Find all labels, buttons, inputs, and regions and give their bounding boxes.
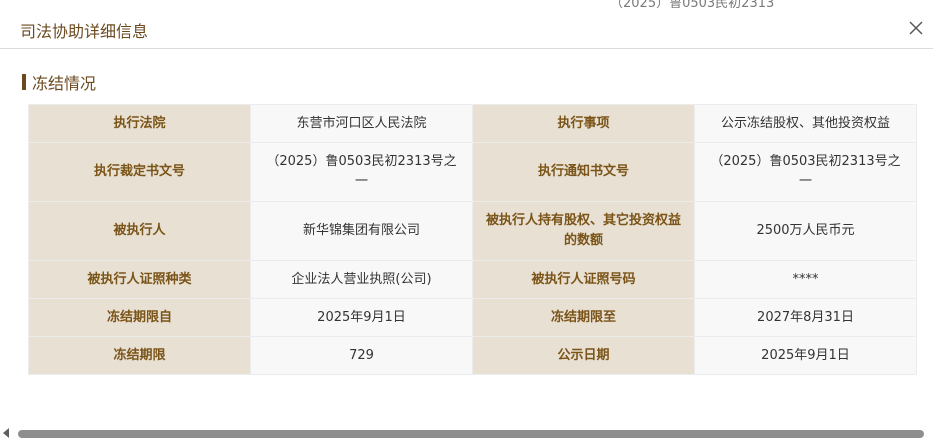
- field-value-respondent: 新华锦集团有限公司: [250, 201, 473, 261]
- field-label-freeze-start: 冻结期限自: [28, 298, 251, 337]
- field-label-court: 执行法院: [28, 104, 251, 143]
- close-button[interactable]: [905, 17, 927, 39]
- field-label-respondent: 被执行人: [28, 201, 251, 261]
- page: （2025）鲁0503民初2313 司法协助详细信息 冻结情况 执行法院 东营市…: [0, 0, 933, 441]
- background-page-peek: （2025）鲁0503民初2313: [0, 0, 933, 8]
- field-value-equity-amount: 2500万人民币元: [694, 201, 917, 261]
- field-label-freeze-end: 冻结期限至: [472, 298, 695, 337]
- field-label-license-number: 被执行人证照号码: [472, 260, 695, 299]
- field-value-notice-number: （2025）鲁0503民初2313号之一: [694, 142, 917, 202]
- modal-header: 司法协助详细信息: [0, 8, 933, 49]
- section-heading: 冻结情况: [22, 72, 97, 93]
- field-value-freeze-end: 2027年8月31日: [694, 298, 917, 337]
- field-label-equity-amount: 被执行人持有股权、其它投资权益的数额: [472, 201, 695, 261]
- field-value-publish-date: 2025年9月1日: [694, 336, 917, 375]
- section-heading-bar: [22, 74, 26, 90]
- field-value-freeze-duration: 729: [250, 336, 473, 375]
- modal-title: 司法协助详细信息: [20, 22, 149, 41]
- background-peek-text: （2025）鲁0503民初2313: [610, 0, 775, 8]
- close-icon: [909, 21, 923, 35]
- chevron-left-icon[interactable]: [3, 428, 9, 438]
- field-label-publish-date: 公示日期: [472, 336, 695, 375]
- table-row: 冻结期限 729 公示日期 2025年9月1日: [28, 336, 917, 375]
- field-value-license-type: 企业法人营业执照(公司): [250, 260, 473, 299]
- field-value-freeze-start: 2025年9月1日: [250, 298, 473, 337]
- scrollbar-thumb[interactable]: [18, 430, 924, 438]
- field-value-ruling-number: （2025）鲁0503民初2313号之一: [250, 142, 473, 202]
- field-label-notice-number: 执行通知书文号: [472, 142, 695, 202]
- section-heading-label: 冻结情况: [32, 74, 97, 93]
- table-row: 冻结期限自 2025年9月1日 冻结期限至 2027年8月31日: [28, 298, 917, 337]
- field-label-license-type: 被执行人证照种类: [28, 260, 251, 299]
- table-row: 执行法院 东营市河口区人民法院 执行事项 公示冻结股权、其他投资权益: [28, 104, 917, 143]
- field-value-license-number: ****: [694, 260, 917, 299]
- field-value-matter: 公示冻结股权、其他投资权益: [694, 104, 917, 143]
- table-row: 被执行人 新华锦集团有限公司 被执行人持有股权、其它投资权益的数额 2500万人…: [28, 201, 917, 261]
- table-row: 执行裁定书文号 （2025）鲁0503民初2313号之一 执行通知书文号 （20…: [28, 142, 917, 202]
- table-row: 被执行人证照种类 企业法人营业执照(公司) 被执行人证照号码 ****: [28, 260, 917, 299]
- field-label-freeze-duration: 冻结期限: [28, 336, 251, 375]
- horizontal-scrollbar[interactable]: [0, 428, 933, 439]
- field-value-court: 东营市河口区人民法院: [250, 104, 473, 143]
- freeze-info-table: 执行法院 东营市河口区人民法院 执行事项 公示冻结股权、其他投资权益 执行裁定书…: [28, 104, 917, 375]
- field-label-matter: 执行事项: [472, 104, 695, 143]
- field-label-ruling-number: 执行裁定书文号: [28, 142, 251, 202]
